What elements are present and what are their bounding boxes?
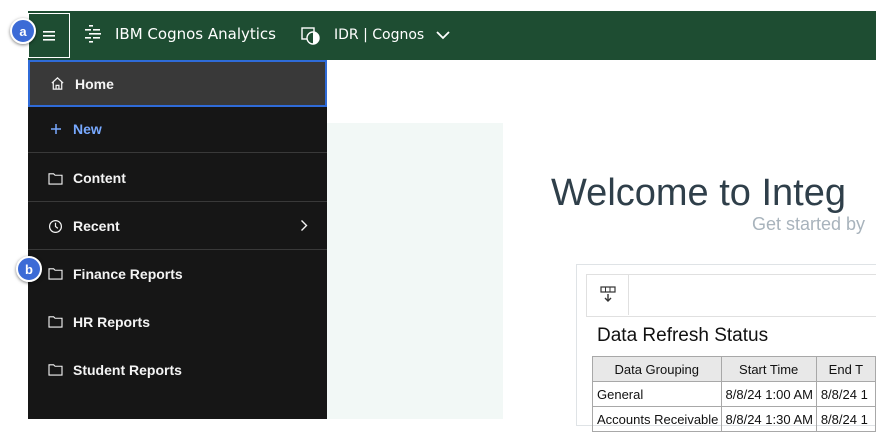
sidebar-item-label: Content — [73, 170, 126, 186]
sidebar-item-content[interactable]: Content — [28, 155, 327, 202]
sidebar-item-finance-reports[interactable]: Finance Reports — [28, 250, 327, 297]
sidebar-item-home[interactable]: Home — [28, 60, 327, 107]
sidebar-item-new[interactable]: New — [28, 106, 327, 153]
folder-icon — [47, 313, 64, 330]
table-cell: 8/8/24 1:30 AM — [720, 406, 817, 432]
sidebar-item-label: Recent — [73, 218, 120, 234]
content-panel — [327, 123, 503, 419]
report-toolbar — [586, 274, 876, 317]
get-started-text: Get started by — [752, 214, 866, 234]
sidebar-item-label: New — [73, 121, 102, 137]
chevron-right-icon — [300, 219, 308, 235]
data-refresh-table: Data Grouping Start Time End T General 8… — [592, 356, 876, 432]
folder-icon — [47, 265, 64, 282]
annotation-badge-a: a — [10, 18, 36, 44]
welcome-heading: Welcome to Integ — [551, 172, 847, 214]
report-title: Data Refresh Status — [597, 325, 769, 346]
hamburger-icon — [43, 30, 55, 41]
folder-icon — [47, 170, 64, 187]
context-name[interactable]: IDR | Cognos — [334, 27, 424, 43]
chevron-down-icon[interactable] — [435, 27, 451, 47]
column-header: End T — [815, 356, 876, 382]
sidebar-item-label: Finance Reports — [73, 265, 183, 282]
navigation-sidebar: Home New Content Recent Finance Reports … — [28, 60, 327, 419]
sidebar-item-label: HR Reports — [73, 313, 151, 330]
home-icon — [49, 75, 66, 92]
table-cell: 8/8/24 1:00 AM — [720, 381, 817, 407]
table-cell: 8/8/24 1 — [815, 381, 876, 407]
sidebar-item-label: Student Reports — [73, 361, 182, 378]
context-switch-icon[interactable] — [301, 26, 321, 50]
table-row: General 8/8/24 1:00 AM 8/8/24 1 — [592, 381, 876, 407]
annotation-badge-b: b — [16, 256, 42, 282]
cognos-logo-icon — [83, 24, 103, 48]
table-cell: Accounts Receivable — [592, 406, 722, 432]
plus-icon — [47, 121, 64, 138]
sidebar-item-label: Home — [75, 75, 114, 92]
folder-icon — [47, 361, 64, 378]
toolbar-divider — [628, 275, 629, 315]
table-cell: 8/8/24 1 — [815, 406, 876, 432]
clock-icon — [47, 218, 64, 235]
sidebar-item-student-reports[interactable]: Student Reports — [28, 346, 327, 393]
column-header: Data Grouping — [592, 356, 722, 382]
table-row: Accounts Receivable 8/8/24 1:30 AM 8/8/2… — [592, 406, 876, 432]
insert-column-icon[interactable] — [600, 286, 616, 306]
table-cell: General — [592, 381, 722, 407]
app-title: IBM Cognos Analytics — [115, 25, 276, 43]
column-header: Start Time — [720, 356, 817, 382]
sidebar-item-hr-reports[interactable]: HR Reports — [28, 298, 327, 345]
sidebar-item-recent[interactable]: Recent — [28, 203, 327, 250]
